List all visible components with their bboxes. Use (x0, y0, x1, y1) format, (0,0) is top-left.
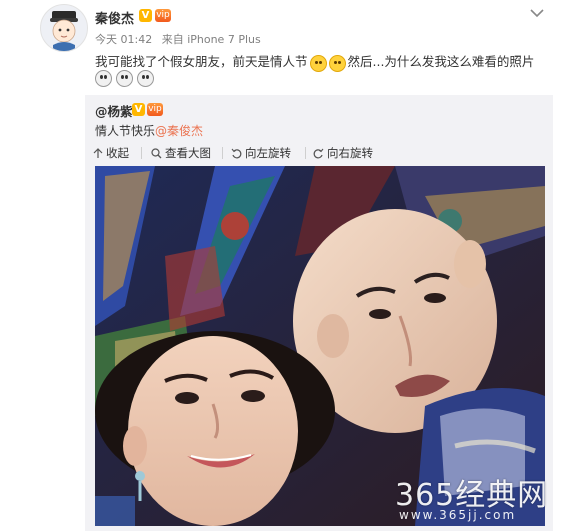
crying-face-icon (310, 55, 327, 72)
rotate-left-icon (231, 148, 242, 159)
vip-badge-icon: vip (147, 103, 163, 116)
rotate-left-label: 向左旋转 (245, 146, 291, 160)
collapse-label: 收起 (106, 146, 129, 160)
doge-emoji-group (95, 70, 158, 91)
toolbar-divider (141, 147, 142, 159)
repost-text: 情人节快乐@秦俊杰 (95, 122, 203, 139)
post-text-part1: 我可能找了个假女朋友，前天是情人节 (95, 54, 308, 69)
emoji-group (310, 53, 348, 72)
verified-badge-icon: V (132, 103, 145, 116)
post-menu-chevron-down-icon[interactable] (529, 4, 545, 18)
repost-text-body: 情人节快乐 (95, 124, 156, 138)
post-timestamp[interactable]: 今天 01:42 (95, 33, 152, 46)
author-name[interactable]: 秦俊杰 (95, 8, 134, 27)
view-large-label: 查看大图 (165, 146, 211, 160)
toolbar-divider (222, 147, 223, 159)
author-avatar[interactable] (40, 4, 88, 52)
view-large-button[interactable]: 查看大图 (151, 143, 211, 163)
doge-icon (116, 70, 133, 87)
collapse-arrow-up-icon (93, 148, 103, 158)
post-meta: 今天 01:42 来自 iPhone 7 Plus (95, 31, 267, 47)
magnifier-icon (151, 148, 162, 159)
repost-author[interactable]: @杨紫 (95, 101, 133, 120)
collapse-button[interactable]: 收起 (93, 143, 129, 163)
post-text-part2: 然后...为什么发我这么难看的照片 (347, 54, 535, 69)
mention-link[interactable]: @秦俊杰 (155, 124, 203, 138)
rotate-right-icon (313, 148, 324, 159)
doge-icon (95, 70, 112, 87)
rotate-right-button[interactable]: 向右旋转 (313, 143, 373, 163)
doge-icon (137, 70, 154, 87)
post-source: 来自 iPhone 7 Plus (161, 33, 261, 46)
verified-badge-icon: V (139, 9, 152, 22)
crying-face-icon (329, 55, 346, 72)
weibo-post: 秦俊杰 V vip 今天 01:42 来自 iPhone 7 Plus 我可能找… (0, 0, 581, 531)
watermark-url: www.365jj.com (399, 508, 517, 522)
repost-box: @杨紫 V vip 情人节快乐@秦俊杰 收起 查看大图 向左旋转 向右旋转 (85, 95, 553, 531)
toolbar-divider (305, 147, 306, 159)
rotate-right-label: 向右旋转 (327, 146, 373, 160)
vip-badge-icon: vip (155, 9, 171, 22)
rotate-left-button[interactable]: 向左旋转 (231, 143, 291, 163)
site-watermark: 365经典网 www.365jj.com (395, 470, 575, 530)
